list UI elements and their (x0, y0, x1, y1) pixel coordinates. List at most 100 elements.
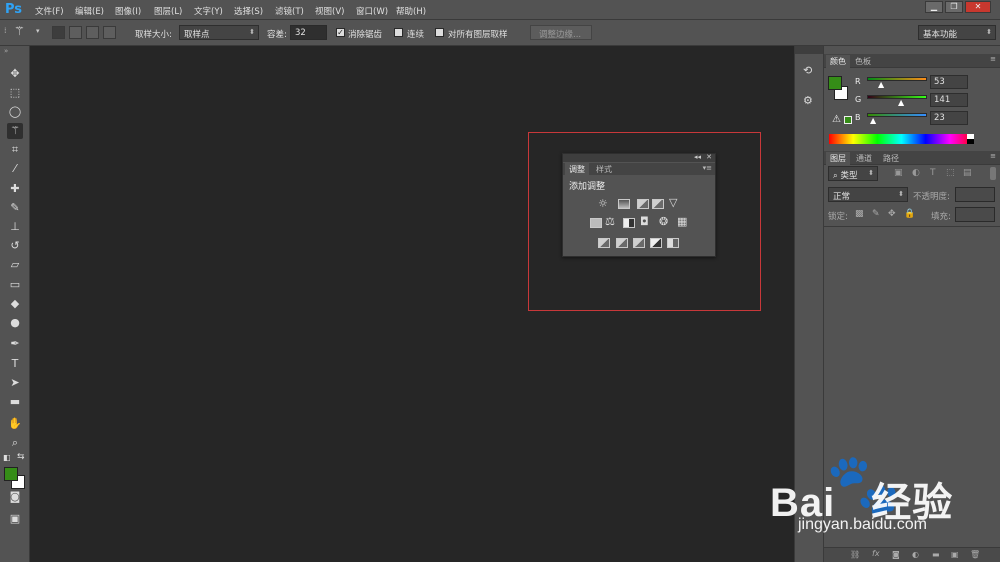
all-layers-checkbox[interactable] (435, 28, 444, 37)
close-icon[interactable]: ✕ (965, 1, 991, 13)
lock-paint-icon[interactable]: ✎ (872, 209, 880, 219)
g-slider-handle-icon[interactable]: ▲ (898, 98, 904, 107)
panel-menu-icon[interactable]: ≡ (990, 152, 996, 160)
adjustments-panel-header[interactable]: ◂◂ ✕ (563, 153, 715, 162)
marquee-tool-icon[interactable]: ⬚ (7, 85, 23, 101)
invert-icon[interactable] (598, 238, 610, 248)
workspace-dropdown[interactable]: 基本功能 ⬍ (918, 25, 996, 40)
photo-filter-icon[interactable]: ◘ (640, 215, 649, 228)
filter-pixel-icon[interactable]: ▣ (894, 168, 903, 178)
color-balance-icon[interactable]: ⚖ (605, 215, 615, 228)
selective-color-icon[interactable] (667, 238, 679, 248)
tab-layers[interactable]: 图层 (826, 152, 850, 165)
eraser-tool-icon[interactable]: ▱ (7, 257, 23, 273)
fill-input[interactable] (955, 207, 995, 222)
panel-menu-icon[interactable]: ≡ (990, 55, 996, 63)
levels-icon[interactable] (618, 199, 630, 209)
type-tool-icon[interactable]: T (7, 356, 23, 372)
subtract-selection-icon[interactable] (86, 26, 99, 39)
menu-help[interactable]: 帮助(H) (396, 5, 426, 17)
exposure-icon[interactable] (652, 199, 664, 209)
layer-style-icon[interactable]: fx (872, 549, 880, 558)
filter-type-icon[interactable]: T (930, 168, 936, 178)
anti-alias-checkbox[interactable]: ✓ (336, 28, 345, 37)
r-slider[interactable] (867, 77, 927, 81)
default-colors-icon[interactable]: ◧ (3, 453, 11, 462)
brush-tool-icon[interactable]: ✎ (7, 200, 23, 216)
menu-file[interactable]: 文件(F) (35, 5, 64, 17)
panel-menu-icon[interactable]: ▾≡ (703, 164, 712, 172)
black-white-icon[interactable] (623, 218, 635, 228)
menu-view[interactable]: 视图(V) (315, 5, 344, 17)
filter-shape-icon[interactable]: ⬚ (946, 168, 955, 178)
eyedropper-tool-icon[interactable]: ⁄ (7, 161, 23, 177)
collapse-icon[interactable]: ◂◂ (694, 153, 701, 161)
restore-icon[interactable]: ❐ (945, 1, 963, 13)
g-slider[interactable] (867, 95, 927, 99)
filter-adjustment-icon[interactable]: ◐ (912, 168, 920, 178)
foreground-color-swatch[interactable] (4, 467, 18, 481)
gradient-map-icon[interactable] (650, 238, 662, 248)
menu-type[interactable]: 文字(Y) (194, 5, 223, 17)
color-spectrum-bar[interactable] (829, 134, 974, 144)
tab-adjustments[interactable]: 调整 (565, 163, 589, 176)
menu-select[interactable]: 选择(S) (234, 5, 263, 17)
pen-tool-icon[interactable]: ✒ (7, 336, 23, 352)
zoom-tool-icon[interactable]: ⌕ (7, 435, 23, 451)
new-group-icon[interactable]: ▬ (932, 550, 940, 559)
link-layers-icon[interactable]: ⛓ (850, 550, 860, 559)
tolerance-input[interactable]: 32 (290, 25, 327, 40)
vibrance-icon[interactable]: ▽ (669, 196, 677, 209)
tab-color[interactable]: 颜色 (826, 55, 850, 68)
minimize-icon[interactable]: ▁ (925, 1, 943, 13)
contiguous-checkbox[interactable] (394, 28, 403, 37)
tab-swatches[interactable]: 色板 (851, 55, 875, 68)
lasso-tool-icon[interactable]: ◯ (7, 104, 23, 120)
adjustment-layer-icon[interactable]: ◐ (912, 550, 919, 559)
layer-filter-dropdown[interactable]: ⌕ 类型 ⬍ (828, 166, 878, 181)
dodge-tool-icon[interactable]: ● (7, 315, 23, 331)
b-slider-handle-icon[interactable]: ▲ (870, 116, 876, 125)
foreground-color-swatch[interactable] (828, 76, 842, 90)
healing-brush-tool-icon[interactable]: ✚ (7, 181, 23, 197)
new-layer-icon[interactable]: ▣ (951, 550, 959, 559)
g-value-input[interactable]: 141 (930, 93, 968, 107)
magic-wand-tool-icon[interactable]: ⚚ (7, 123, 23, 139)
black-white-ramp[interactable] (967, 134, 974, 144)
menu-edit[interactable]: 编辑(E) (75, 5, 104, 17)
hue-saturation-icon[interactable] (590, 218, 602, 228)
menu-image[interactable]: 图像(I) (115, 5, 141, 17)
properties-panel-icon[interactable]: ⚙ (803, 94, 813, 107)
gamut-swatch[interactable] (844, 116, 852, 124)
collapse-icon[interactable]: » (4, 47, 8, 55)
magic-wand-preset-icon[interactable]: ⚚ (14, 24, 25, 38)
swap-colors-icon[interactable]: ⇆ (17, 452, 25, 462)
posterize-icon[interactable] (616, 238, 628, 248)
sample-size-dropdown[interactable]: 取样点 ⬍ (179, 25, 259, 40)
delete-layer-icon[interactable]: 🗑 (970, 550, 980, 559)
refine-edge-button[interactable]: 调整边缘... (530, 25, 592, 40)
filter-smart-object-icon[interactable]: ▤ (963, 168, 972, 178)
close-icon[interactable]: ✕ (706, 153, 712, 161)
opacity-input[interactable] (955, 187, 995, 202)
history-brush-tool-icon[interactable]: ↺ (7, 238, 23, 254)
move-tool-icon[interactable]: ✥ (7, 66, 23, 82)
history-panel-icon[interactable]: ⟲ (803, 64, 812, 77)
brightness-icon[interactable]: ☼ (598, 197, 608, 210)
threshold-icon[interactable] (633, 238, 645, 248)
add-selection-icon[interactable] (69, 26, 82, 39)
menu-window[interactable]: 窗口(W) (356, 5, 388, 17)
crop-tool-icon[interactable]: ⌗ (7, 142, 23, 158)
gradient-tool-icon[interactable]: ▭ (7, 277, 23, 293)
r-slider-handle-icon[interactable]: ▲ (878, 80, 884, 89)
layer-mask-icon[interactable]: ◙ (892, 550, 900, 559)
tab-channels[interactable]: 通道 (852, 152, 876, 165)
filter-toggle[interactable] (990, 167, 996, 180)
quick-mask-icon[interactable]: ◙ (7, 489, 23, 505)
lock-transparent-icon[interactable]: ▩ (855, 209, 864, 219)
path-selection-tool-icon[interactable]: ➤ (7, 375, 23, 391)
color-lookup-icon[interactable]: ▦ (677, 215, 687, 228)
clone-stamp-tool-icon[interactable]: ⊥ (7, 219, 23, 235)
screen-mode-icon[interactable]: ▣ (7, 511, 23, 527)
channel-mixer-icon[interactable]: ❂ (659, 215, 668, 228)
